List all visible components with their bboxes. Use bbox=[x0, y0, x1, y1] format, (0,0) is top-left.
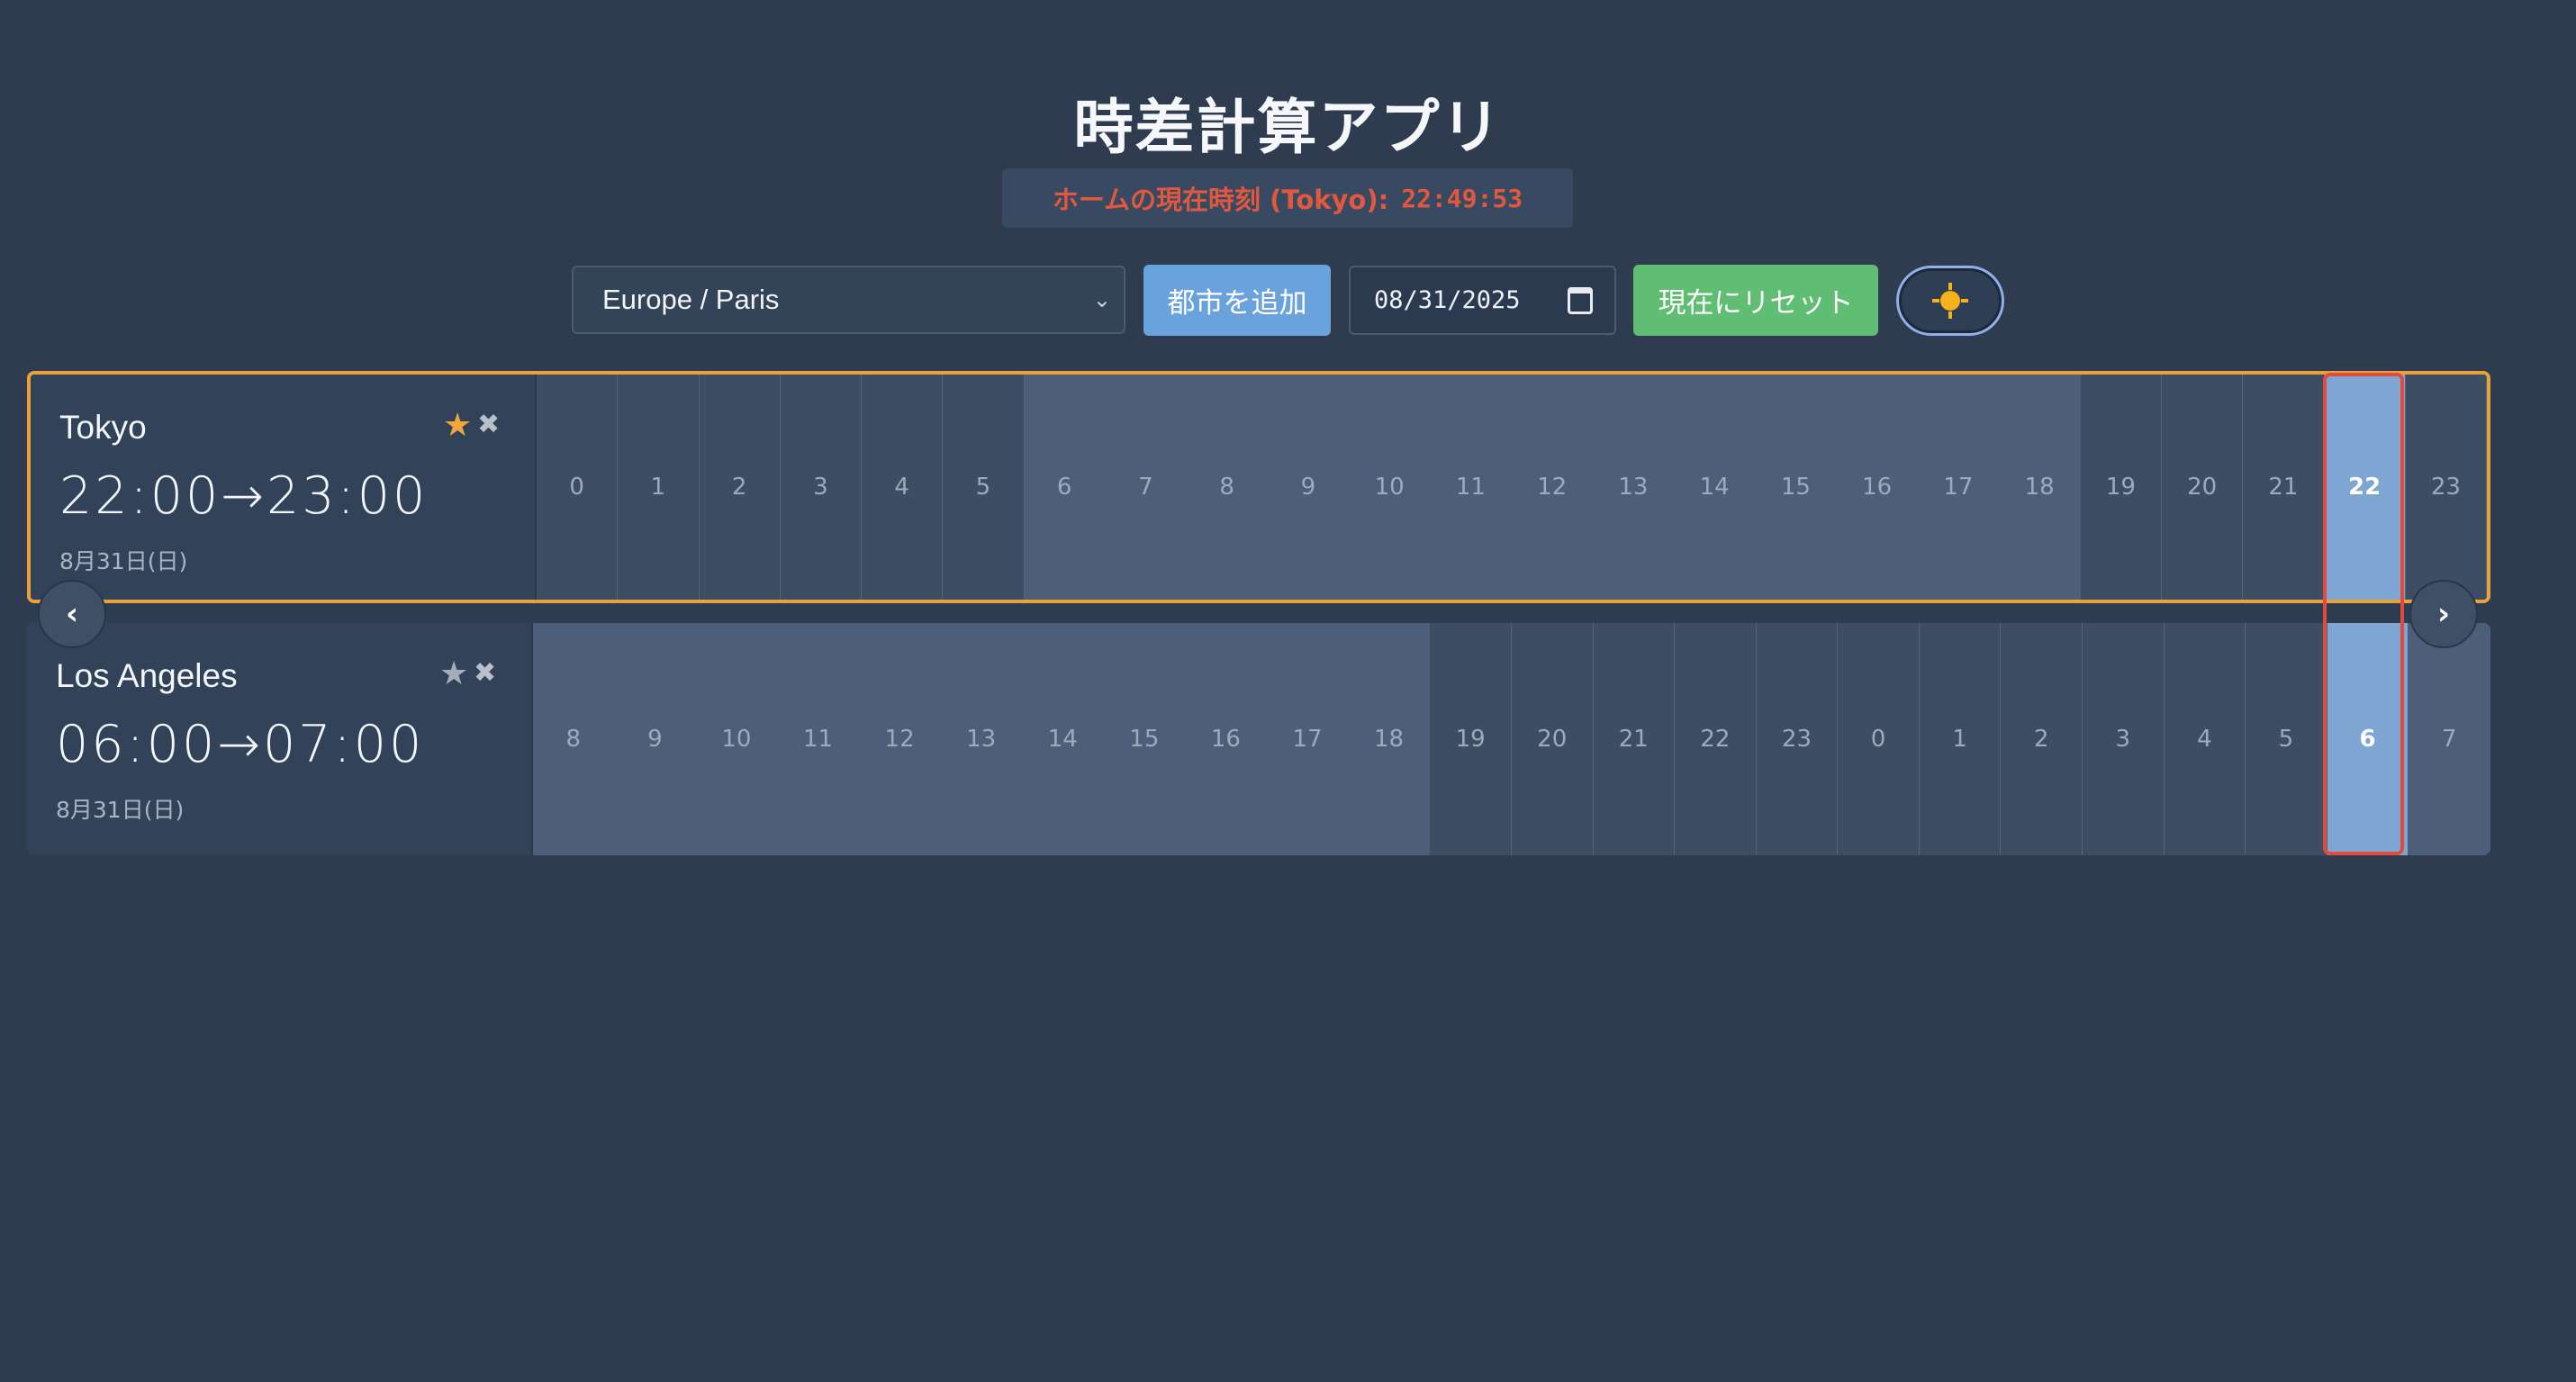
city-date: 8月31日(日) bbox=[56, 797, 185, 823]
hour-cell[interactable]: 19 bbox=[2080, 375, 2162, 600]
hour-cell[interactable]: 13 bbox=[940, 623, 1023, 855]
page-title: 時差計算アプリ bbox=[1073, 93, 1503, 162]
range-start: 06:00 bbox=[56, 715, 218, 774]
hour-cell[interactable]: 9 bbox=[1268, 375, 1350, 600]
sun-icon bbox=[1932, 283, 1968, 319]
hour-cell[interactable]: 8 bbox=[1187, 375, 1269, 600]
hour-strip: 8 9 10 11 12 13 14 15 16 17 18 19 20 21 22 23 0 1 2 3 4 5 6 7 bbox=[533, 623, 2490, 855]
calendar-icon[interactable] bbox=[1568, 287, 1593, 314]
hour-cell[interactable]: 15 bbox=[1104, 623, 1186, 855]
hour-cell[interactable]: 0 bbox=[537, 375, 619, 600]
hour-cell[interactable]: 15 bbox=[1755, 375, 1837, 600]
hour-cell[interactable]: 10 bbox=[696, 623, 778, 855]
hour-strip: 0 1 2 3 4 5 6 7 8 9 10 11 12 13 14 15 16 17 18 19 20 21 22 23 bbox=[537, 375, 2487, 600]
hour-cell[interactable]: 17 bbox=[1918, 375, 2000, 600]
hour-cell[interactable]: 14 bbox=[1674, 375, 1756, 600]
hour-cell[interactable]: 1 bbox=[1919, 623, 2002, 855]
hour-cell[interactable]: 22 bbox=[2324, 375, 2406, 600]
hour-cell[interactable]: 7 bbox=[2409, 623, 2490, 855]
timezone-select-value: Europe / Paris bbox=[602, 284, 780, 315]
range-end: 07:00 bbox=[263, 715, 425, 774]
hour-cell[interactable]: 4 bbox=[2164, 623, 2246, 855]
hour-cell[interactable]: 2 bbox=[699, 375, 781, 600]
hour-cell[interactable]: 7 bbox=[1105, 375, 1187, 600]
city-row-los-angeles: Los Angeles ★ ✖ 06:00→07:00 8月31日(日) 891… bbox=[27, 623, 2490, 855]
date-input-value: 08/31/2025 bbox=[1374, 286, 1521, 314]
hour-cell[interactable]: 6 bbox=[1024, 375, 1106, 600]
hour-cell[interactable]: 2 bbox=[2001, 623, 2083, 855]
hour-cell[interactable]: 3 bbox=[2082, 623, 2165, 855]
hour-cell[interactable]: 8 bbox=[533, 623, 615, 855]
time-range: 06:00→07:00 bbox=[56, 715, 424, 774]
range-arrow: → bbox=[221, 466, 267, 526]
hour-cell[interactable]: 16 bbox=[1837, 375, 1919, 600]
hour-cell[interactable]: 21 bbox=[2243, 375, 2325, 600]
hour-cell[interactable]: 12 bbox=[1512, 375, 1594, 600]
city-info: Los Angeles ★ ✖ 06:00→07:00 8月31日(日) bbox=[27, 623, 533, 855]
city-row-tokyo: Tokyo ★ ✖ 22:00→23:00 8月31日(日) 012345678… bbox=[27, 371, 2490, 603]
reset-to-now-button[interactable]: 現在にリセット bbox=[1633, 265, 1878, 336]
range-start: 22:00 bbox=[59, 466, 221, 526]
hour-cell[interactable]: 17 bbox=[1267, 623, 1349, 855]
hour-cell[interactable]: 10 bbox=[1349, 375, 1431, 600]
hour-cell[interactable]: 5 bbox=[943, 375, 1025, 600]
hour-cell[interactable]: 22 bbox=[1675, 623, 1757, 855]
hour-cell[interactable]: 20 bbox=[2162, 375, 2244, 600]
favorite-star-icon[interactable]: ★ bbox=[439, 655, 468, 692]
favorite-star-icon[interactable]: ★ bbox=[443, 407, 472, 444]
hour-cell[interactable]: 11 bbox=[1430, 375, 1512, 600]
city-info: Tokyo ★ ✖ 22:00→23:00 8月31日(日) bbox=[31, 375, 537, 600]
remove-city-icon[interactable]: ✖ bbox=[474, 657, 496, 689]
hour-cell[interactable]: 5 bbox=[2246, 623, 2327, 855]
city-name: Los Angeles bbox=[56, 657, 238, 694]
hour-cell[interactable]: 11 bbox=[777, 623, 860, 855]
add-city-button[interactable]: 都市を追加 bbox=[1143, 265, 1331, 336]
range-end: 23:00 bbox=[267, 466, 429, 526]
city-name: Tokyo bbox=[59, 409, 147, 446]
hour-cell[interactable]: 4 bbox=[862, 375, 944, 600]
hour-cell[interactable]: 18 bbox=[1348, 623, 1431, 855]
hour-cell[interactable]: 21 bbox=[1593, 623, 1676, 855]
prev-hour-button[interactable]: ‹ bbox=[38, 580, 106, 648]
hour-cell[interactable]: 13 bbox=[1593, 375, 1675, 600]
next-hour-button[interactable]: › bbox=[2409, 580, 2478, 648]
home-clock-label: ホームの現在時刻 (Tokyo): bbox=[1052, 185, 1389, 215]
hour-cell[interactable]: 12 bbox=[859, 623, 941, 855]
hour-cell[interactable]: 1 bbox=[618, 375, 700, 600]
timezone-select[interactable]: Europe / Paris ⌄ bbox=[572, 266, 1125, 334]
date-input[interactable]: 08/31/2025 bbox=[1349, 266, 1616, 335]
hour-cell[interactable]: 9 bbox=[614, 623, 697, 855]
app-root: 時差計算アプリ ホームの現在時刻 (Tokyo): 22:49:53 Europ… bbox=[0, 0, 2576, 1382]
hour-cell[interactable]: 16 bbox=[1185, 623, 1268, 855]
hour-cell[interactable]: 0 bbox=[1838, 623, 1920, 855]
hour-cell[interactable]: 23 bbox=[2405, 375, 2487, 600]
chevron-down-icon: ⌄ bbox=[1092, 288, 1111, 312]
hour-cell[interactable]: 23 bbox=[1756, 623, 1839, 855]
hour-cell[interactable]: 3 bbox=[780, 375, 862, 600]
hour-cell[interactable]: 19 bbox=[1430, 623, 1512, 855]
home-clock: ホームの現在時刻 (Tokyo): 22:49:53 bbox=[1002, 168, 1573, 228]
toolbar: Europe / Paris ⌄ 都市を追加 08/31/2025 現在にリセッ… bbox=[0, 265, 2576, 337]
theme-toggle-button[interactable] bbox=[1896, 266, 2004, 336]
remove-city-icon[interactable]: ✖ bbox=[477, 409, 500, 440]
city-date: 8月31日(日) bbox=[59, 548, 188, 574]
range-arrow: → bbox=[217, 715, 264, 774]
hour-cell[interactable]: 18 bbox=[1999, 375, 2081, 600]
time-range: 22:00→23:00 bbox=[59, 466, 428, 526]
hour-cell[interactable]: 20 bbox=[1511, 623, 1594, 855]
hour-cell[interactable]: 14 bbox=[1022, 623, 1105, 855]
hour-cell[interactable]: 6 bbox=[2327, 623, 2409, 855]
home-clock-time: 22:49:53 bbox=[1401, 183, 1523, 213]
